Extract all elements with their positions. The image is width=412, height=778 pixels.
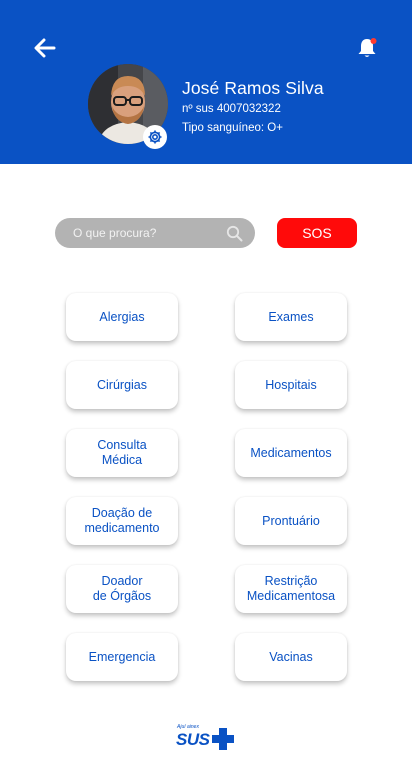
menu-exames-button[interactable]: Exames [235,293,347,341]
profile-screen: José Ramos Silva nº sus 4007032322 Tipo … [0,0,412,778]
menu-emergencia-button[interactable]: Emergencia [66,633,178,681]
notification-dot [370,38,377,44]
sus-logo: Ajuí ainex SUS [176,724,238,752]
gear-icon [148,130,162,144]
arrow-left-icon [34,38,56,58]
notifications-button[interactable] [353,34,381,62]
menu-vacinas-button[interactable]: Vacinas [235,633,347,681]
search-icon[interactable] [225,224,243,242]
menu-prontuario-button[interactable]: Prontuário [235,497,347,545]
profile-header: José Ramos Silva nº sus 4007032322 Tipo … [0,0,412,164]
menu-doador-orgaos-button[interactable]: Doador de Órgãos [66,565,178,613]
profile-settings-button[interactable] [143,125,167,149]
sus-number: nº sus 4007032322 [182,103,281,115]
back-button[interactable] [31,34,59,62]
sos-button[interactable]: SOS [277,218,357,248]
menu-hospitais-button[interactable]: Hospitais [235,361,347,409]
menu-restricao-medicamentosa-button[interactable]: Restrição Medicamentosa [235,565,347,613]
menu-consulta-medica-button[interactable]: Consulta Médica [66,429,178,477]
menu-medicamentos-button[interactable]: Medicamentos [235,429,347,477]
menu-cirurgias-button[interactable]: Cirúrgias [66,361,178,409]
menu-doacao-medicamento-button[interactable]: Doação de medicamento [66,497,178,545]
cross-icon [212,728,234,750]
search-placeholder: O que procura? [73,226,157,240]
user-name: José Ramos Silva [182,78,324,98]
menu-alergias-button[interactable]: Alergias [66,293,178,341]
blood-type: Tipo sanguíneo: O+ [182,122,283,134]
logo-text: SUS [176,730,210,749]
search-input[interactable]: O que procura? [55,218,255,248]
bell-icon [358,38,377,57]
